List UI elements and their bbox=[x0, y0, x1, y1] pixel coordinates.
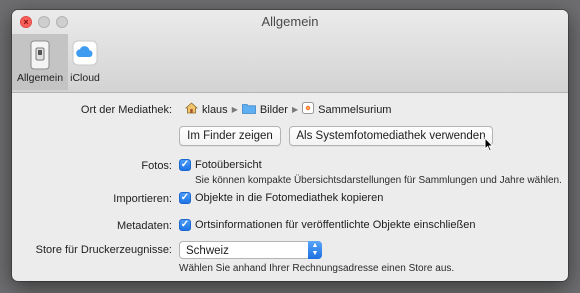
location-info-checkbox-row[interactable]: ✓ Ortsinformationen für veröffentlichte … bbox=[179, 219, 475, 231]
tab-label: iCloud bbox=[70, 72, 100, 84]
mouse-cursor-icon bbox=[484, 137, 494, 152]
updown-chevron-icon: ▲ ▼ bbox=[308, 241, 322, 259]
library-location-label: Ort der Mediathek: bbox=[80, 104, 172, 116]
tab-allgemein[interactable]: Allgemein bbox=[12, 34, 68, 90]
preferences-window: × Allgemein Allgemein iCloud Ort der Med… bbox=[12, 10, 568, 281]
print-store-label: Store für Druckerzeugnisse: bbox=[35, 244, 172, 256]
fotos-hint: Sie können kompakte Übersichtsdarstellun… bbox=[195, 175, 562, 186]
path-item-home[interactable]: klaus bbox=[184, 102, 228, 117]
use-as-system-library-button[interactable]: Als Systemfotomediathek verwenden bbox=[289, 126, 493, 146]
toolbar-tabs: Allgemein iCloud bbox=[12, 34, 102, 90]
print-store-select[interactable]: Schweiz ▲ ▼ bbox=[179, 241, 322, 259]
import-copy-checkbox[interactable]: ✓ bbox=[179, 192, 191, 204]
icloud-icon bbox=[72, 40, 98, 71]
select-value: Schweiz bbox=[186, 245, 229, 257]
checkbox-label: Fotoübersicht bbox=[195, 159, 262, 171]
path-item-library[interactable]: Sammelsurium bbox=[302, 102, 391, 117]
window-title: Allgemein bbox=[261, 14, 319, 29]
library-path: klaus ▶ Bilder ▶ Sammelsurium bbox=[184, 102, 391, 117]
import-label: Importieren: bbox=[113, 193, 172, 205]
import-copy-checkbox-row[interactable]: ✓ Objekte in die Fotomediathek kopieren bbox=[179, 192, 383, 204]
checkmark-icon: ✓ bbox=[180, 159, 190, 170]
path-separator-icon: ▶ bbox=[291, 105, 299, 114]
path-separator-icon: ▶ bbox=[231, 105, 238, 114]
tab-label: Allgemein bbox=[16, 72, 64, 84]
tab-icloud[interactable]: iCloud bbox=[68, 34, 102, 90]
titlebar: × Allgemein Allgemein iCloud bbox=[12, 10, 568, 93]
fotouebersicht-checkbox[interactable]: ✓ bbox=[179, 159, 191, 171]
fotouebersicht-checkbox-row[interactable]: ✓ Fotoübersicht bbox=[179, 159, 262, 171]
fotos-label: Fotos: bbox=[141, 160, 172, 172]
path-item-label: Sammelsurium bbox=[318, 103, 392, 116]
store-hint: Wählen Sie anhand Ihrer Rechnungsadresse… bbox=[179, 263, 455, 274]
general-prefs-icon bbox=[27, 40, 53, 73]
checkbox-label: Objekte in die Fotomediathek kopieren bbox=[195, 192, 384, 204]
path-item-label: klaus bbox=[202, 103, 228, 116]
checkmark-icon: ✓ bbox=[180, 192, 190, 203]
metadata-label: Metadaten: bbox=[116, 220, 172, 232]
checkbox-label: Ortsinformationen für veröffentlichte Ob… bbox=[195, 219, 476, 231]
path-item-bilder[interactable]: Bilder bbox=[241, 103, 288, 117]
folder-icon bbox=[241, 103, 256, 117]
home-icon bbox=[184, 102, 199, 117]
photos-library-icon bbox=[302, 102, 315, 117]
location-info-checkbox[interactable]: ✓ bbox=[179, 219, 191, 231]
checkmark-icon: ✓ bbox=[180, 219, 190, 230]
show-in-finder-button[interactable]: Im Finder zeigen bbox=[179, 126, 281, 146]
path-item-label: Bilder bbox=[259, 103, 288, 116]
